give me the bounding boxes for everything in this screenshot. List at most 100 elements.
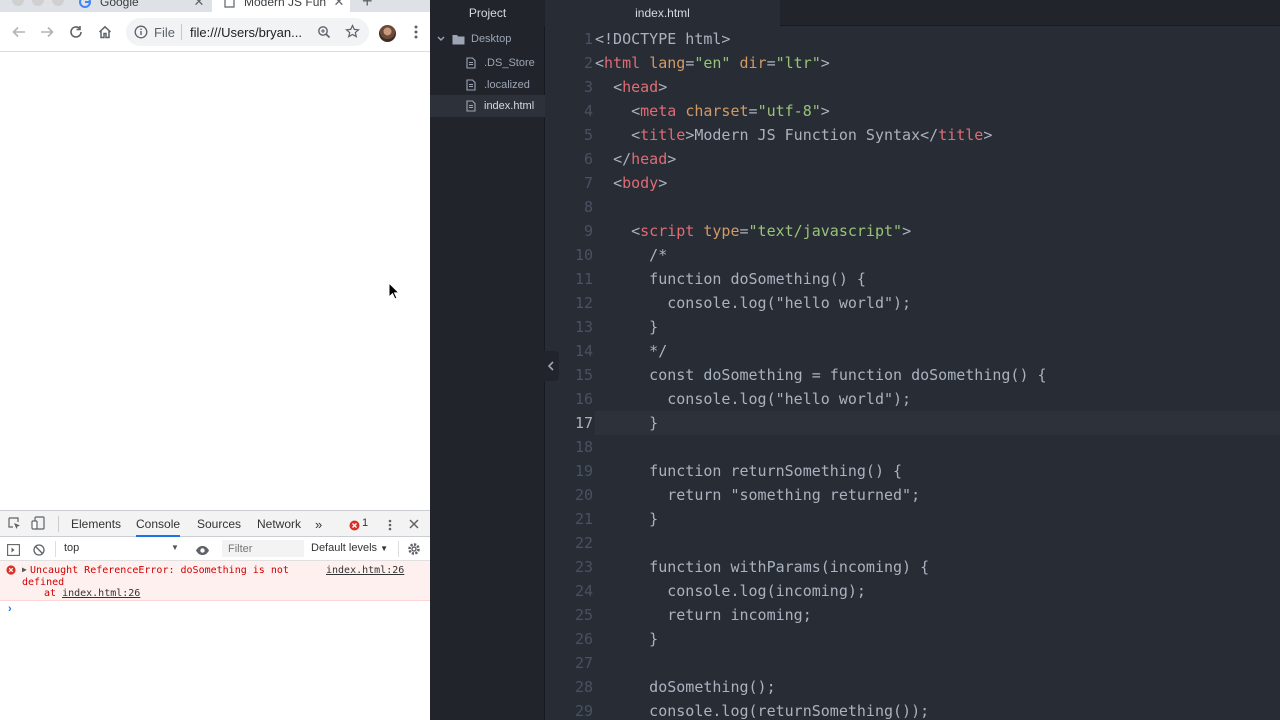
code-token: function doSomething() { (595, 270, 866, 288)
star-icon[interactable] (345, 24, 360, 44)
line-number: 2 (583, 54, 593, 72)
stack-link[interactable]: index.html:26 (62, 588, 140, 599)
line-number: 22 (574, 534, 593, 552)
filter-input[interactable] (222, 540, 304, 557)
code-token: > (820, 102, 830, 120)
code-line: console.log(returnSomething()); (595, 699, 929, 720)
close-window-button[interactable] (12, 0, 24, 6)
tree-file[interactable]: index.html (430, 95, 545, 117)
line-number: 3 (583, 78, 593, 96)
gear-icon[interactable] (407, 542, 421, 561)
tab-project[interactable]: Project (430, 0, 547, 26)
code-token: return incoming; (595, 606, 812, 624)
code-token: doSomething(); (595, 678, 776, 696)
code-token: dir (739, 54, 767, 72)
collapse-panel-button[interactable] (543, 351, 559, 381)
menu-button[interactable] (406, 22, 426, 42)
code-line: } (595, 507, 658, 531)
chevron-down-icon[interactable] (436, 32, 446, 46)
tab-index-html[interactable]: index.html (545, 0, 780, 27)
tab-elements[interactable]: Elements (71, 517, 121, 531)
code-token: "ltr" (775, 54, 821, 72)
sidebar-toggle-icon[interactable] (7, 543, 20, 561)
chevron-down-icon: ▼ (380, 544, 389, 553)
code-token: > (902, 222, 912, 240)
tab-sources[interactable]: Sources (197, 517, 241, 531)
device-toolbar-icon[interactable] (31, 516, 45, 535)
code-token: = (748, 102, 758, 120)
tree-folder[interactable]: Desktop (430, 28, 545, 50)
code-token: </ (920, 126, 939, 144)
code-token: > (658, 174, 668, 192)
line-number: 20 (574, 486, 593, 504)
close-icon[interactable] (408, 517, 420, 535)
file-icon (464, 78, 478, 92)
info-icon[interactable] (134, 25, 148, 44)
home-button[interactable] (95, 22, 115, 42)
arrow-left-icon (12, 26, 25, 38)
error-icon[interactable] (349, 518, 360, 536)
close-icon[interactable]: ✕ (192, 0, 206, 10)
code-token: > (658, 78, 668, 96)
zoom-icon[interactable] (317, 25, 331, 44)
more-tabs-icon[interactable]: » (315, 517, 322, 532)
code-token: console.log(incoming); (595, 582, 866, 600)
minimize-window-button[interactable] (32, 0, 44, 6)
maximize-window-button[interactable] (52, 0, 64, 6)
reload-button[interactable] (66, 22, 86, 42)
code-token: > (983, 126, 993, 144)
code-token: function returnSomething() { (595, 462, 903, 480)
tab-console[interactable]: Console (136, 517, 181, 537)
code-editor[interactable]: <!DOCTYPE html> <html lang="en" dir="ltr"… (595, 27, 1280, 720)
code-token: > (685, 126, 695, 144)
tree-file[interactable]: .DS_Store (430, 52, 545, 74)
clear-console-icon[interactable] (33, 543, 45, 561)
file-icon (464, 56, 478, 70)
new-tab-button[interactable]: + (362, 0, 373, 10)
console-prompt[interactable]: › (8, 603, 12, 615)
code-token: head (622, 78, 659, 96)
context-select[interactable]: top (64, 542, 182, 554)
log-levels-select[interactable]: Default levels ▼ (311, 542, 388, 554)
code-line: function withParams(incoming) { (595, 555, 929, 579)
code-line: } (595, 411, 658, 435)
code-token: } (595, 630, 659, 648)
line-number: 24 (574, 582, 593, 600)
inspect-element-icon[interactable] (8, 517, 21, 535)
source-link[interactable]: index.html:26 (326, 565, 404, 576)
code-line: <script type="text/javascript"> (595, 219, 911, 243)
code-line: return incoming; (595, 603, 812, 627)
code-line: <meta charset="utf-8"> (595, 99, 830, 123)
page-icon (222, 0, 236, 9)
code-token: < (613, 174, 623, 192)
avatar[interactable] (379, 25, 396, 42)
url-text[interactable]: file:///Users/bryan... (190, 25, 308, 40)
error-count[interactable]: 1 (362, 517, 368, 529)
code-line: /* (595, 243, 667, 267)
divider (58, 516, 59, 532)
line-number: 25 (574, 606, 593, 624)
error-text: Uncaught ReferenceError: doSomething is … (22, 565, 289, 588)
tab-google[interactable]: Google ✕ (78, 0, 206, 12)
eye-icon[interactable] (195, 543, 210, 561)
chevron-down-icon[interactable]: ▼ (171, 543, 179, 552)
address-bar[interactable]: File file:///Users/bryan... (126, 18, 369, 46)
close-icon[interactable]: ✕ (332, 0, 346, 10)
kebab-menu-icon[interactable] (388, 518, 392, 536)
console-error-message[interactable]: ▶ Uncaught ReferenceError: doSomething i… (0, 561, 430, 601)
tree-file[interactable]: .localized (430, 74, 545, 96)
tab-strip: Google ✕ Modern JS Func ✕ + (0, 0, 430, 12)
code-line: doSomething(); (595, 675, 776, 699)
tab-network[interactable]: Network (257, 517, 301, 531)
line-number: 12 (574, 294, 593, 312)
back-button[interactable] (9, 22, 29, 42)
forward-button[interactable] (37, 22, 57, 42)
tab-modern-js[interactable]: Modern JS Func ✕ (212, 0, 350, 12)
code-token: return "something returned"; (595, 486, 921, 504)
